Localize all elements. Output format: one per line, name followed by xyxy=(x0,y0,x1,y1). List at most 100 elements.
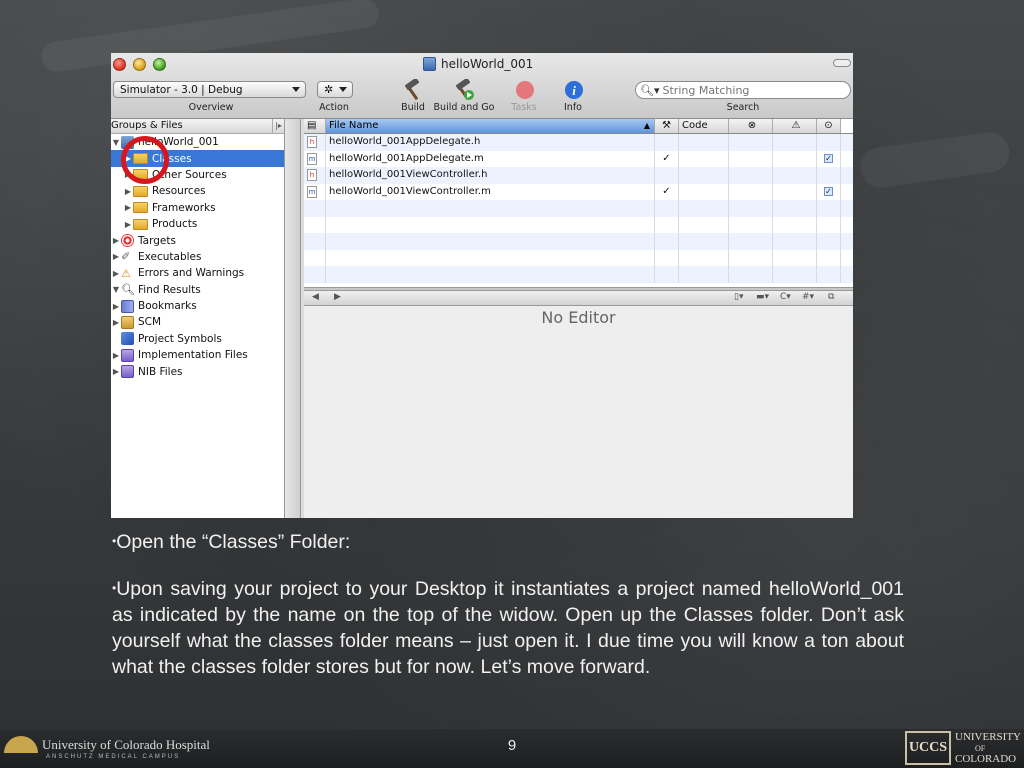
sidebar-item-targets[interactable]: ▶ Targets xyxy=(111,232,284,248)
class-menu-icon[interactable]: C▾ xyxy=(780,292,791,302)
back-arrow-icon[interactable]: ◀ xyxy=(312,292,319,302)
sidebar-item-resources[interactable]: ▶ Resources xyxy=(111,183,284,199)
executable-icon: ✐ xyxy=(121,250,131,264)
sidebar-item-errors-and-warnings[interactable]: ▶ ⚠ Errors and Warnings xyxy=(111,265,284,281)
column-header-icon[interactable]: ▤ xyxy=(304,119,326,133)
sidebar-item-nib-files[interactable]: ▶ NIB Files xyxy=(111,363,284,379)
chevron-down-icon xyxy=(292,87,300,92)
hammer-icon: ⚒ xyxy=(662,120,671,131)
column-header-label: Code xyxy=(682,120,708,131)
build-and-go-label: Build and Go xyxy=(433,102,495,113)
info-button[interactable]: i xyxy=(563,79,587,101)
sidebar-item-project-symbols[interactable]: Project Symbols xyxy=(111,331,284,347)
editor-navigation-bar: ◀ ▶ ▯▾ ▬▾ C▾ #▾ ⧉ xyxy=(304,291,853,306)
search-field[interactable]: 🔍︎▾ xyxy=(635,81,851,99)
no-editor-label: No Editor xyxy=(541,308,616,327)
cu-logo-text: UNIVERSITY OF COLORADO xyxy=(955,731,1021,765)
column-header-file-name[interactable]: File Name ▲ xyxy=(326,119,655,133)
column-header-target[interactable]: ⊙ xyxy=(817,119,841,133)
build-check: ✓ xyxy=(655,183,679,200)
sidebar-item-implementation-files[interactable]: ▶ Implementation Files xyxy=(111,347,284,363)
bullet-item: •Upon saving your project to your Deskto… xyxy=(112,575,904,680)
action-popup[interactable]: ✲ xyxy=(317,81,353,98)
disclosure-closed-icon[interactable]: ▶ xyxy=(123,220,133,229)
column-resize-icon[interactable]: |▸ xyxy=(272,119,284,133)
close-button[interactable] xyxy=(113,58,126,71)
bookmarks-menu-icon[interactable]: ▯▾ xyxy=(734,292,743,302)
slide-body: •Open the “Classes” Folder: •Upon saving… xyxy=(112,528,904,700)
split-editor-icon[interactable]: ⧉ xyxy=(828,292,834,302)
forward-arrow-icon[interactable]: ▶ xyxy=(334,292,341,302)
bullet-text: Open the “Classes” Folder: xyxy=(116,531,351,553)
window-toolbar: helloWorld_001 Simulator - 3.0 | Debug O… xyxy=(111,53,853,119)
disclosure-closed-icon[interactable]: ▶ xyxy=(111,367,121,376)
bullet-text: Upon saving your project to your Desktop… xyxy=(112,578,904,678)
smart-group-icon xyxy=(121,365,134,379)
table-row[interactable]: m helloWorld_001ViewController.m ✓ ✓ xyxy=(304,183,853,200)
column-header-code[interactable]: Code xyxy=(679,119,729,133)
sidebar-header[interactable]: Groups & Files |▸ xyxy=(111,119,284,134)
table-row[interactable]: m helloWorld_001AppDelegate.m ✓ ✓ xyxy=(304,150,853,167)
disclosure-open-icon[interactable]: ▼ xyxy=(111,138,121,147)
table-row[interactable]: h helloWorld_001ViewController.h xyxy=(304,167,853,184)
file-name: helloWorld_001ViewController.h xyxy=(326,167,655,184)
disclosure-closed-icon[interactable]: ▶ xyxy=(123,187,133,196)
implementation-file-icon: m xyxy=(307,185,317,198)
target-checkbox[interactable]: ✓ xyxy=(824,186,833,196)
search-input[interactable] xyxy=(662,83,843,97)
warning-icon: ⚠ xyxy=(791,120,801,131)
disclosure-open-icon[interactable]: ▼ xyxy=(111,285,121,294)
sidebar-item-products[interactable]: ▶ Products xyxy=(111,216,284,232)
target-checkbox xyxy=(817,167,841,184)
info-icon: i xyxy=(565,81,583,99)
window-title: helloWorld_001 xyxy=(423,57,533,71)
minimize-button[interactable] xyxy=(133,58,146,71)
file-name: helloWorld_001AppDelegate.m xyxy=(326,150,655,167)
disclosure-closed-icon[interactable]: ▶ xyxy=(111,252,121,261)
sidebar-item-scm[interactable]: ▶ SCM xyxy=(111,314,284,330)
table-row-empty xyxy=(304,200,853,217)
sidebar-item-frameworks[interactable]: ▶ Frameworks xyxy=(111,200,284,216)
search-icon: 🔍︎▾ xyxy=(640,83,660,97)
bullet-item: •Open the “Classes” Folder: xyxy=(112,528,904,555)
build-and-go-button[interactable] xyxy=(452,77,476,101)
cu-logo-line: COLORADO xyxy=(955,752,1017,765)
tasks-button[interactable] xyxy=(514,79,538,101)
disclosure-closed-icon[interactable]: ▶ xyxy=(123,203,133,212)
sidebar-item-label: Bookmarks xyxy=(138,300,197,313)
hammer-icon xyxy=(404,77,420,101)
sidebar-item-find-results[interactable]: ▼ 🔍︎ Find Results xyxy=(111,282,284,298)
page-number: 9 xyxy=(507,737,517,754)
column-header-label: File Name xyxy=(329,120,379,131)
table-row-empty xyxy=(304,233,853,250)
disclosure-closed-icon[interactable]: ▶ xyxy=(111,318,121,327)
disclosure-closed-icon[interactable]: ▶ xyxy=(111,236,121,245)
toolbar-toggle-button[interactable] xyxy=(833,59,851,67)
build-button[interactable] xyxy=(401,77,425,101)
editor-pane[interactable]: No Editor xyxy=(304,306,853,518)
sidebar-item-label: Project Symbols xyxy=(138,332,222,345)
build-check xyxy=(655,167,679,184)
disclosure-closed-icon[interactable]: ▶ xyxy=(111,302,121,311)
sidebar-item-executables[interactable]: ▶ ✐ Executables xyxy=(111,249,284,265)
column-header-build[interactable]: ⚒ xyxy=(655,119,679,133)
sidebar-item-bookmarks[interactable]: ▶ Bookmarks xyxy=(111,298,284,314)
target-checkbox[interactable]: ✓ xyxy=(824,153,833,163)
overview-popup[interactable]: Simulator - 3.0 | Debug xyxy=(113,81,306,98)
column-header-errors[interactable]: ⊗ xyxy=(729,119,773,133)
hospital-logo-subtext: ANSCHUTZ MEDICAL CAMPUS xyxy=(46,754,181,760)
table-row[interactable]: h helloWorld_001AppDelegate.h xyxy=(304,134,853,151)
function-menu-icon[interactable]: #▾ xyxy=(802,292,814,302)
build-check xyxy=(655,134,679,151)
column-header-warnings[interactable]: ⚠ xyxy=(773,119,817,133)
disclosure-closed-icon[interactable]: ▶ xyxy=(111,269,121,278)
stop-icon xyxy=(516,81,534,99)
disclosure-closed-icon[interactable]: ▶ xyxy=(111,351,121,360)
build-label: Build xyxy=(401,102,425,113)
breakpoints-menu-icon[interactable]: ▬▾ xyxy=(756,292,769,302)
chevron-down-icon xyxy=(339,87,347,92)
sidebar-splitter[interactable] xyxy=(285,119,301,518)
sidebar-item-label: Products xyxy=(152,218,198,231)
zoom-button[interactable] xyxy=(153,58,166,71)
table-row-empty xyxy=(304,266,853,283)
